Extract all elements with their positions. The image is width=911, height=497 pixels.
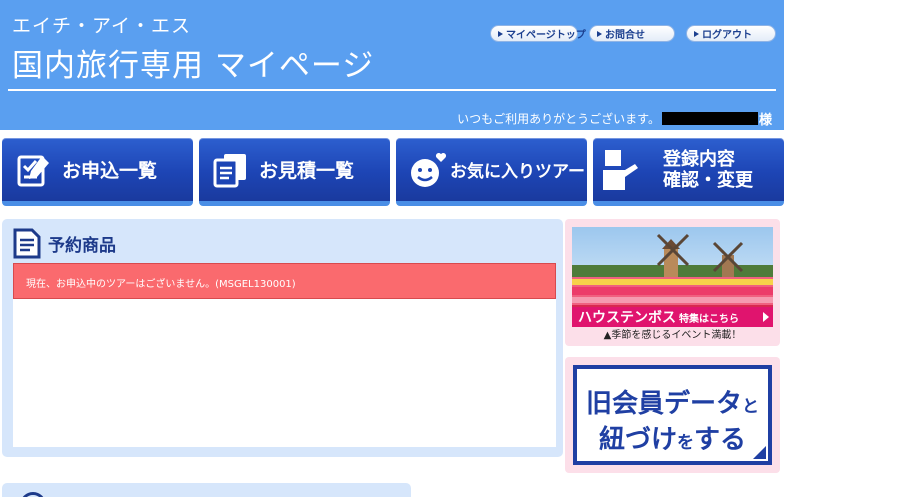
legacy-member-line2-small: を (677, 433, 694, 453)
greeting-text: いつもご利用ありがとうございます。 (457, 112, 660, 126)
legacy-member-line2: 紐づけをする (577, 419, 768, 456)
documents-icon (211, 150, 251, 190)
nav-applications-button[interactable]: お申込一覧 (2, 138, 193, 206)
title-divider (8, 89, 776, 91)
arrow-right-icon (694, 30, 699, 37)
nav-registration-button[interactable]: 登録内容 確認・変更 (593, 138, 784, 206)
greeting: いつもご利用ありがとうございます。 様 (457, 109, 772, 128)
legacy-member-line1-main: 旧会員データ (585, 389, 742, 419)
nav-quotes-label: お見積一覧 (259, 160, 355, 182)
arrow-right-icon (597, 30, 602, 37)
arrow-right-icon (498, 30, 503, 37)
huis-ten-bosch-link-label: 特集はこちら (679, 313, 739, 325)
contact-button[interactable]: お問合せ (589, 25, 675, 42)
document-icon (12, 227, 42, 259)
reservations-panel: 予約商品 現在、お申込中のツアーはございません。(MSGEL130001) (2, 219, 563, 457)
nav-registration-line2: 確認・変更 (663, 169, 753, 191)
tulip-windmill-image (572, 227, 773, 319)
honorific: 様 (758, 113, 772, 128)
reservations-list: 現在、お申込中のツアーはございません。(MSGEL130001) (13, 263, 556, 447)
page-title: 国内旅行専用 マイページ (12, 48, 375, 84)
nav-applications-label: お申込一覧 (62, 160, 158, 182)
nav-registration-line1: 登録内容 (663, 148, 735, 170)
huis-ten-bosch-link[interactable]: ハウステンボス 特集はこちら (572, 307, 773, 327)
nav-favorites-button[interactable]: お気に入りツアー (396, 138, 587, 206)
huis-ten-bosch-caption: ▲季節を感じるイベント満載！ (603, 330, 742, 341)
main-nav: お申込一覧 お見積一覧 お気に入りツアー 登録内容 確認・変更 (2, 138, 784, 206)
legacy-member-line2-main1: 紐づけ (598, 425, 677, 455)
logout-button[interactable]: ログアウト (686, 25, 776, 42)
header-links: マイページトップ お問合せ ログアウト (490, 25, 776, 42)
secondary-panel (2, 483, 411, 497)
mypage-top-button[interactable]: マイページトップ (490, 25, 586, 42)
huis-ten-bosch-banner[interactable]: ハウステンボス 特集はこちら ▲季節を感じるイベント満載！ (565, 219, 780, 346)
smile-heart-icon (408, 150, 448, 190)
legacy-member-line2-main2: する (694, 425, 747, 455)
nav-favorites-label: お気に入りツアー (450, 162, 585, 182)
user-icon (601, 149, 641, 190)
header: エイチ・アイ・エス 国内旅行専用 マイページ マイページトップ お問合せ ログア… (0, 0, 784, 130)
legacy-member-line1-small: と (742, 397, 759, 417)
contact-label: お問合せ (605, 30, 645, 41)
reservations-header: 予約商品 (12, 227, 116, 259)
arrow-right-icon (763, 312, 769, 322)
link-legacy-member-button[interactable]: 旧会員データと 紐づけをする (573, 365, 772, 465)
company-name: エイチ・アイ・エス (12, 15, 192, 37)
circle-icon (20, 492, 46, 497)
legacy-member-banner: 旧会員データと 紐づけをする (565, 357, 780, 473)
nav-registration-label: 登録内容 確認・変更 (663, 149, 753, 191)
legacy-member-line1: 旧会員データと (577, 383, 768, 420)
corner-arrow-icon (753, 446, 766, 459)
huis-ten-bosch-name: ハウステンボス (578, 310, 676, 326)
checklist-icon (14, 150, 54, 190)
mypage-top-label: マイページトップ (506, 30, 586, 41)
masked-user-name (661, 112, 758, 125)
logout-label: ログアウト (702, 30, 752, 41)
nav-quotes-button[interactable]: お見積一覧 (199, 138, 390, 206)
reservations-title: 予約商品 (48, 235, 116, 256)
no-reservations-message: 現在、お申込中のツアーはございません。(MSGEL130001) (13, 263, 556, 299)
